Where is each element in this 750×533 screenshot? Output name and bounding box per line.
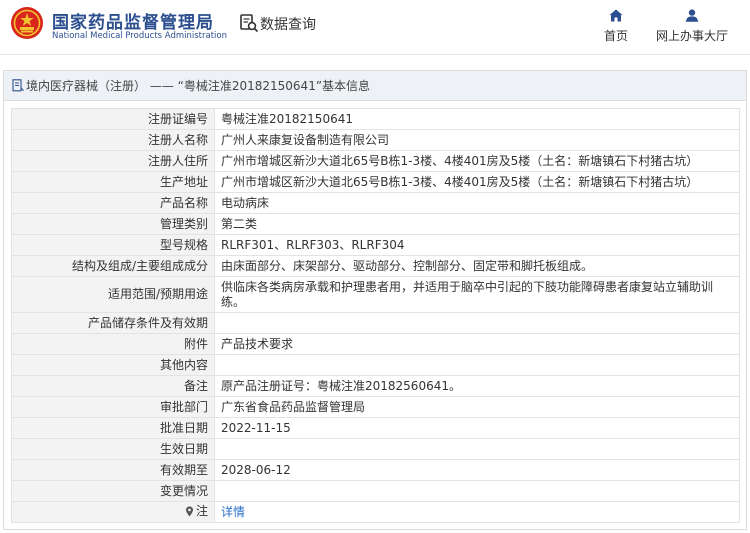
field-label: 生产地址 <box>11 171 215 193</box>
field-label: 批准日期 <box>11 417 215 439</box>
table-row: 产品名称 电动病床 <box>11 192 740 214</box>
field-value: 详情 <box>214 501 740 523</box>
field-value: 第二类 <box>214 213 740 235</box>
field-label: 生效日期 <box>11 438 215 460</box>
table-row: 型号规格 RLRF301、RLRF303、RLRF304 <box>11 234 740 256</box>
field-value: 广东省食品药品监督管理局 <box>214 396 740 418</box>
field-label: 注册人住所 <box>11 150 215 172</box>
pin-icon <box>185 506 193 516</box>
field-value: 2028-06-12 <box>214 459 740 481</box>
field-label: 附件 <box>11 333 215 355</box>
panel-title: 境内医疗器械（注册） —— “粤械注准20182150641”基本信息 <box>26 79 371 93</box>
nav-online-office[interactable]: 网上办事大厅 <box>652 9 732 44</box>
table-row: 生产地址 广州市增城区新沙大道北65号B栋1-3楼、4楼401房及5楼（土名：新塘… <box>11 171 740 193</box>
field-value <box>214 354 740 376</box>
field-label: 结构及组成/主要组成成分 <box>11 255 215 277</box>
table-row: 注册人名称 广州人来康复设备制造有限公司 <box>11 129 740 151</box>
field-label: 适用范围/预期用途 <box>11 276 215 313</box>
table-row: 其他内容 <box>11 354 740 376</box>
site-title-cn[interactable]: 国家药品监督管理局 <box>52 8 214 33</box>
table-row: 产品储存条件及有效期 <box>11 312 740 334</box>
field-label: 变更情况 <box>11 480 215 502</box>
field-value: 产品技术要求 <box>214 333 740 355</box>
table-row: 审批部门 广东省食品药品监督管理局 <box>11 396 740 418</box>
table-row: 附件 产品技术要求 <box>11 333 740 355</box>
table-row: 管理类别 第二类 <box>11 213 740 235</box>
field-value: 原产品注册证号：粤械注准20182560641。 <box>214 375 740 397</box>
field-label: 注 <box>11 501 215 523</box>
panel-header: 境内医疗器械（注册） —— “粤械注准20182150641”基本信息 <box>4 71 746 101</box>
field-label: 产品名称 <box>11 192 215 214</box>
table-row: 变更情况 <box>11 480 740 502</box>
field-label: 注册证编号 <box>11 108 215 130</box>
field-label: 管理类别 <box>11 213 215 235</box>
table-row: 注 详情 <box>11 501 740 523</box>
field-value: 2022-11-15 <box>214 417 740 439</box>
field-value: 电动病床 <box>214 192 740 214</box>
field-label: 审批部门 <box>11 396 215 418</box>
field-value: 供临床各类病房承载和护理患者用，并适用于脑卒中引起的下肢功能障碍患者康复站立辅助… <box>214 276 740 313</box>
info-panel: 境内医疗器械（注册） —— “粤械注准20182150641”基本信息 注册证编… <box>3 70 747 530</box>
table-row: 生效日期 <box>11 438 740 460</box>
data-query-label[interactable]: 数据查询 <box>260 14 316 34</box>
table-row: 适用范围/预期用途 供临床各类病房承载和护理患者用，并适用于脑卒中引起的下肢功能障… <box>11 276 740 313</box>
table-row: 注册人住所 广州市增城区新沙大道北65号B栋1-3楼、4楼401房及5楼（土名：新… <box>11 150 740 172</box>
nav-home-label: 首页 <box>603 29 628 43</box>
field-value: 广州市增城区新沙大道北65号B栋1-3楼、4楼401房及5楼（土名：新塘镇石下村… <box>214 171 740 193</box>
document-icon <box>12 79 24 92</box>
home-icon <box>609 9 623 22</box>
national-emblem-logo[interactable] <box>10 6 44 40</box>
data-query-icon <box>240 14 259 33</box>
field-value <box>214 312 740 334</box>
table-row: 备注 原产品注册证号：粤械注准20182560641。 <box>11 375 740 397</box>
user-icon <box>685 9 699 22</box>
site-title-en[interactable]: National Medical Products Administration <box>52 31 227 41</box>
registration-info-table: 注册证编号 粤械注准20182150641 注册人名称 广州人来康复设备制造有限公司… <box>11 108 740 523</box>
field-label: 其他内容 <box>11 354 215 376</box>
table-row: 有效期至 2028-06-12 <box>11 459 740 481</box>
field-label: 产品储存条件及有效期 <box>11 312 215 334</box>
table-row: 结构及组成/主要组成成分 由床面部分、床架部分、驱动部分、控制部分、固定带和脚托板… <box>11 255 740 277</box>
note-key: 注 <box>185 504 208 519</box>
field-value: 由床面部分、床架部分、驱动部分、控制部分、固定带和脚托板组成。 <box>214 255 740 277</box>
field-label: 注册人名称 <box>11 129 215 151</box>
field-value: 广州人来康复设备制造有限公司 <box>214 129 740 151</box>
nav-online-office-label: 网上办事大厅 <box>655 29 728 43</box>
site-header: 国家药品监督管理局 National Medical Products Admi… <box>0 0 750 55</box>
field-value <box>214 480 740 502</box>
table-row: 批准日期 2022-11-15 <box>11 417 740 439</box>
details-link[interactable]: 详情 <box>221 505 245 519</box>
field-value: 广州市增城区新沙大道北65号B栋1-3楼、4楼401房及5楼（土名：新塘镇石下村… <box>214 150 740 172</box>
field-value: RLRF301、RLRF303、RLRF304 <box>214 234 740 256</box>
field-value: 粤械注准20182150641 <box>214 108 740 130</box>
note-label: 注 <box>195 503 208 518</box>
field-label: 有效期至 <box>11 459 215 481</box>
table-row: 注册证编号 粤械注准20182150641 <box>11 108 740 130</box>
field-label: 型号规格 <box>11 234 215 256</box>
field-value <box>214 438 740 460</box>
field-label: 备注 <box>11 375 215 397</box>
nav-home[interactable]: 首页 <box>601 9 631 44</box>
